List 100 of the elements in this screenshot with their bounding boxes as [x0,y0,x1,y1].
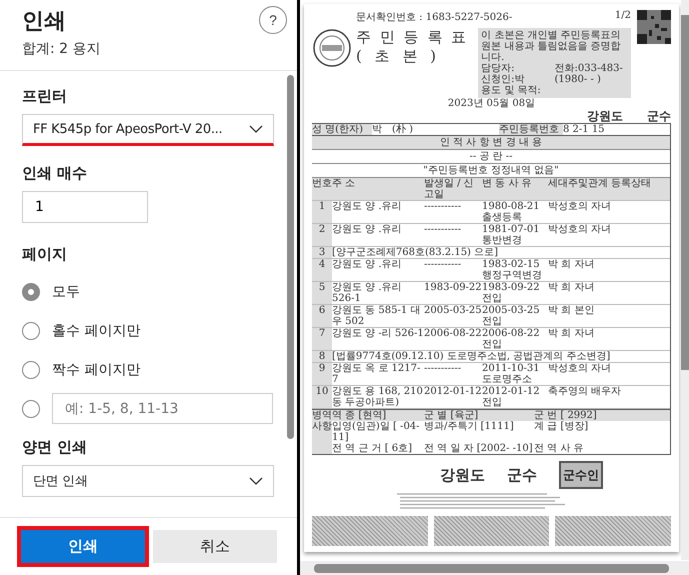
address-cell-text: 강원도 옥 로 1217-7 [332,363,422,385]
occurred-date: ----------- [424,259,462,272]
reason-cell-text: 도로명주소 [482,374,533,385]
help-button[interactable]: ? [259,6,287,34]
page-range-field[interactable]: 예: 1-5, 8, 11-13 [52,393,273,424]
military-field: 전 역 근 거 [ 6호] [332,443,424,454]
relation-cell-text: 박 희 자녀 [548,328,596,341]
reason-cell-text: 전입 [482,397,503,408]
occurred-date: 2006-08-22 [424,328,482,341]
reason-cell-text: 전입 [482,293,503,304]
rrn-value: 8 2-1 15 [563,124,606,135]
chevron-down-icon [249,477,263,485]
row-number: 3 [312,247,332,258]
reason-cell-text: 전입 [482,316,503,327]
official-seal: 군수인 [559,461,603,489]
reported-date: 1983-02-15 [482,259,541,270]
occurred-date: 2005-03-25 [424,305,482,318]
occurred-date: ----------- [424,224,462,237]
military-field: 역 종 [현역] [332,410,424,421]
address-cell-text: 강원도 동 585-1 대우 502 [332,305,422,327]
radio-label: 짝수 페이지만 [52,360,140,378]
row-number: 4 [312,259,332,281]
address-cell-text: 강원도 양 .유리 526-1 [332,282,403,304]
military-field: 병과/주특기 [1111] [424,421,534,443]
copies-label: 인쇄 매수 [22,164,88,183]
round-stamp-drawing [312,28,352,68]
printer-label: 프린터 [22,87,68,106]
relation-cell-text: 박성호의 자녀 [548,201,612,214]
radio-button[interactable] [22,360,40,378]
radio-label: 모두 [52,282,80,300]
row-number: 7 [312,328,332,350]
reported-date: 1983-09-22 [482,282,541,293]
radio-label: 홀수 페이지만 [52,322,140,340]
cancel-button[interactable]: 취소 [153,530,277,563]
column-header: 주 소 [332,178,356,191]
note-cell-text: [양구군조례제768호(83.2.15) 으로] [332,247,500,258]
scrollbar-thumb[interactable] [287,75,294,439]
document-number: 문서확인번호 : 1683-5227-5026- [356,12,512,23]
column-header: 변 동 사 유 [482,178,533,191]
relation-cell-text: 축주영의 배우자 [548,386,622,399]
blank-note: -- 공 란 -- [469,151,513,162]
reason-cell-text: 출생등록 [482,212,523,223]
reported-date: 2012-01-12 [482,386,541,397]
name-hanja: (朴 ) [392,124,414,135]
column-header: 번호 [312,178,332,191]
reported-date: 1981-07-01 [482,224,541,235]
certification-box: 이 초본은 개인별 주민등록표의 원본 내용과 틀림없음을 증명합니다. 담당자: 전화:033-483- 신청인:박 (1980- - ) 용도 및 목적: [478,28,631,98]
military-field: 입영(임관)일 [ -04-11] [332,421,424,443]
reported-date: 2005-03-25 [482,305,541,316]
military-field: 군 별 [육군] [424,410,534,421]
military-label: 병역 사항 [312,410,332,454]
print-button[interactable]: 인쇄 [21,530,145,563]
issuer-region: 강원도 [587,109,623,123]
correction-note: "주민등록번호 정정내역 없음" [423,165,559,176]
name-label: 성 명(한자) [312,124,372,135]
military-field: 전 역 일 자 [2002- -10] [424,443,534,454]
reason-cell-text: 전입 [482,339,503,350]
row-number: 2 [312,224,332,246]
radio-button[interactable] [22,282,40,300]
issuer-title: 군수 [647,109,671,123]
row-number: 5 [312,282,332,304]
pages-label: 페이지 [22,245,68,264]
military-field: 군 번 [ 2992] [534,410,670,421]
radio-button[interactable] [22,400,40,418]
row-number: 9 [312,363,332,385]
scrollbar-thumb[interactable] [314,564,669,573]
occurred-date: 1983-09-22 [424,282,482,295]
relation-cell-text: 박성호의 자녀 [548,363,612,376]
page-indicator: 1/2 [614,10,631,21]
duplex-label: 양면 인쇄 [22,438,88,457]
occurred-date: ----------- [424,363,462,376]
column-header: 발생일 / 신고일 [424,178,475,200]
issuer-title: 군수 [507,465,537,485]
scrollbar-thumb[interactable] [681,15,689,370]
qr-code-drawing [637,10,671,44]
address-cell-text: 강원도 양 .유리 [332,201,403,214]
section-title: 인 적 사 항 변 경 내 용 [440,137,542,148]
issuer-region: 강원도 [440,465,485,485]
relation-cell-text: 박 희 자녀 [548,259,596,272]
sheet-count: 합계: 2 용지 [22,40,101,58]
radio-button[interactable] [22,322,40,340]
address-cell-text: 강원도 양 .유리 [332,224,403,237]
rrn-label: 주민등록번호 [499,124,563,135]
reported-date: 1980-08-21 [482,201,541,212]
reason-cell-text: 통반변경 [482,235,523,246]
printer-dropdown[interactable]: FF K545p for ApeosPort-V 20... [22,114,274,146]
military-field: 계 급 [병장] [534,421,670,443]
duplex-dropdown[interactable]: 단면 인쇄 [22,465,274,497]
note-cell-text: [법률9774호(09.12.10) 도로명주소법, 공법관계의 주소변경] [332,351,612,362]
row-number: 10 [312,386,332,408]
copies-field[interactable]: 1 [22,191,148,223]
issue-date: 2023년 05월 08일 [448,98,536,109]
document-title: 주 민 등 록 표 [356,28,468,47]
row-number: 8 [312,351,332,362]
occurred-date: ----------- [424,201,462,214]
reason-cell-text: 행정구역변경 [482,270,543,281]
dialog-title: 인쇄 [22,8,67,36]
column-header: 세대주및관계 등록상태 [548,178,652,191]
relation-cell-text: 박 희 자녀 [548,282,596,295]
relation-cell-text: 박성호의 자녀 [548,224,612,237]
